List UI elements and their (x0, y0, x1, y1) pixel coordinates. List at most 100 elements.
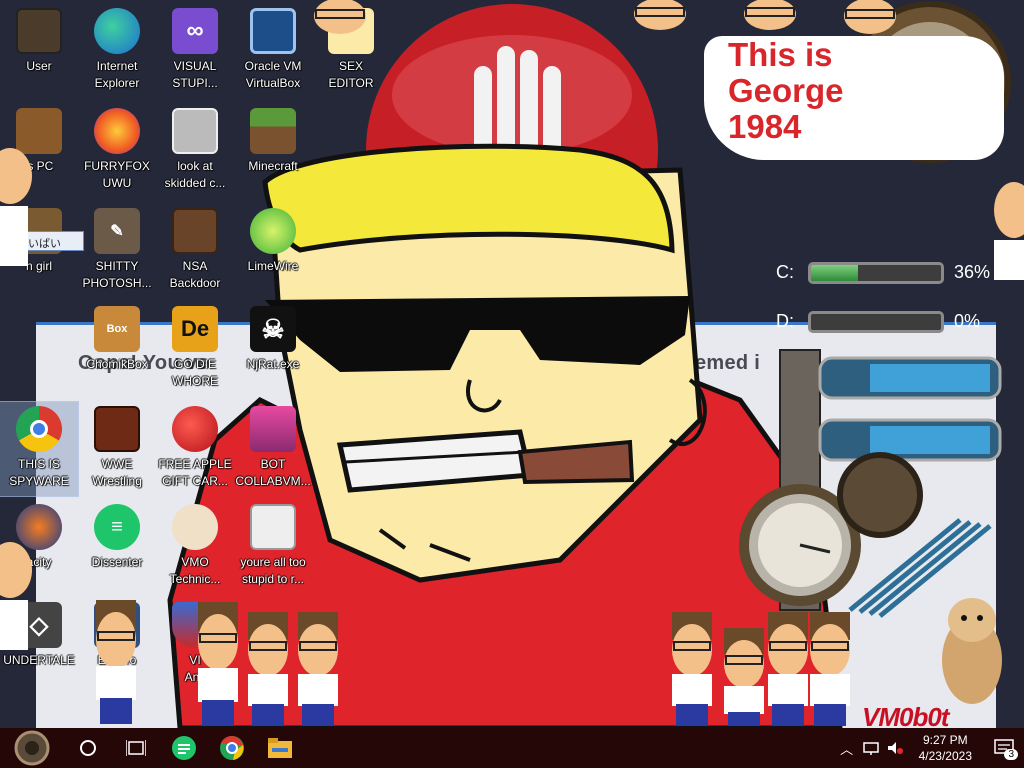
drive-letter: C: (776, 262, 794, 282)
icon-label: youre all too stupid to r... (240, 555, 306, 586)
hank-figure (0, 148, 32, 266)
icon-label: BOT COLLABVM... (235, 457, 311, 488)
icon-label: ChomikBox (86, 357, 148, 371)
hank-figure (744, 0, 796, 30)
copies-icon (172, 108, 218, 154)
chrome-taskbar-button[interactable] (208, 728, 256, 768)
desktop-icon-wwe[interactable]: WWE Wrestling (78, 402, 156, 496)
user-folder-icon (16, 8, 62, 54)
icon-label: FREE APPLE GIFT CAR... (158, 457, 232, 488)
icon-label: THIS IS SPYWARE (9, 457, 69, 488)
hank-figure (298, 612, 338, 726)
start-button[interactable] (0, 728, 64, 768)
yellow-cap (262, 143, 675, 254)
wrestling-icon (94, 406, 140, 452)
system-tray: ︿ 9:27 PM 4/23/2023 3 (835, 728, 1024, 768)
desktop-icon-internet-explorer[interactable]: Internet Explorer (78, 4, 156, 98)
clock-date: 4/23/2023 (918, 749, 972, 763)
notifications-button[interactable]: 3 (984, 728, 1024, 768)
clock[interactable]: 9:27 PM 4/23/2023 (907, 732, 984, 764)
clock-time: 9:27 PM (922, 733, 968, 747)
notification-count-badge: 3 (1004, 749, 1018, 760)
icon-label: look at skidded c... (164, 159, 226, 190)
desktop-icon-njrat[interactable]: ☠ NjRat.exe (234, 302, 312, 396)
hank-figure (248, 612, 288, 726)
search-circle-icon (80, 740, 96, 756)
icon-label: NjRat.exe (246, 357, 300, 371)
bot-icon (250, 406, 296, 452)
start-gear-icon (14, 730, 50, 766)
icon-label: VISUAL STUPI... (172, 59, 218, 90)
hank-figure (96, 600, 136, 724)
desktop-icon-chomikbox[interactable]: Box ChomikBox (78, 302, 156, 396)
desktop-icon-limewire[interactable]: LimeWire (234, 204, 312, 298)
folder-icon (268, 738, 292, 758)
icon-label: WWE Wrestling (92, 457, 142, 488)
gear (837, 452, 923, 538)
icon-label: Internet Explorer (94, 59, 140, 90)
dissenter-icon (172, 736, 196, 760)
visual-studio-icon: ∞ (172, 8, 218, 54)
note-line-3: 1984 (728, 108, 802, 145)
chrome-icon (220, 735, 244, 760)
task-view-button[interactable] (112, 728, 160, 768)
drive-bar (808, 262, 944, 284)
icon-label: Minecraft (248, 159, 298, 173)
dissenter-taskbar-button[interactable] (160, 728, 208, 768)
steampunk-pipes (739, 349, 1002, 618)
desktop-icon-virtualbox[interactable]: Oracle VM VirtualBox (234, 4, 312, 98)
desktop-icon-furryfox[interactable]: FURRYFOX UWU (78, 104, 156, 198)
volume-muted-icon[interactable] (883, 728, 907, 768)
desktop-icon-skidded[interactable]: look at skidded c... (156, 104, 234, 198)
hank-figure (198, 602, 238, 726)
note-line-1: This is (728, 36, 833, 73)
de-icon: De (172, 306, 218, 352)
drive-c-meter: C: 36% (738, 258, 1024, 288)
network-icon[interactable] (859, 728, 883, 768)
technician-icon (172, 504, 218, 550)
desktop-icon-youre-all-too-stupid[interactable]: youre all too stupid to r... (234, 500, 312, 594)
chomikbox-icon: Box (94, 306, 140, 352)
icon-label: NSA Backdoor (169, 259, 221, 290)
icon-label: LimeWire (247, 259, 299, 273)
desktop-icon-photoshop[interactable]: ✎ SHITTY PHOTOSH... (78, 204, 156, 298)
chevron-up-icon[interactable]: ︿ (835, 728, 859, 768)
edge-icon (94, 8, 140, 54)
note-line-2: George (728, 72, 844, 109)
drive-percent: 0% (954, 311, 981, 331)
search-button[interactable] (64, 728, 112, 768)
virtualbox-icon (250, 8, 296, 54)
desktop-icon-user[interactable]: User (0, 4, 78, 98)
desktop-icon-dissenter[interactable]: ≡ Dissenter (78, 500, 156, 594)
desktop-icon-visual-studio[interactable]: ∞ VISUAL STUPI... (156, 4, 234, 98)
drive-letter: D: (776, 311, 794, 331)
hank-figure (844, 0, 896, 34)
icon-label: SHITTY PHOTOSH... (82, 259, 152, 290)
file-explorer-taskbar-button[interactable] (256, 728, 304, 768)
icon-label: Dissenter (91, 555, 143, 569)
icon-label: VMO Technic... (169, 555, 221, 586)
hank-figure (994, 182, 1024, 280)
desktop-icon-go-die[interactable]: De GO DIE WHORE (156, 302, 234, 396)
drive-percent: 36% (954, 262, 991, 282)
desktop-icon-this-is-spyware[interactable]: THIS IS SPYWARE (0, 401, 79, 497)
firefox-icon (94, 108, 140, 154)
hank-figure (314, 0, 366, 34)
desktop-icon-vmo-technician[interactable]: VMO Technic... (156, 500, 234, 594)
desktop-icon-bot-collabvm[interactable]: BOT COLLABVM... (234, 402, 312, 496)
portrait-icon (250, 504, 296, 550)
desktop-icon-minecraft[interactable]: Minecraft (234, 104, 312, 198)
skull-icon: ☠ (250, 306, 296, 352)
network-monitor-icon (862, 742, 879, 755)
watermark: VM0b0t (862, 702, 949, 728)
icon-label: GO DIE WHORE (172, 357, 218, 388)
limewire-icon (250, 208, 296, 254)
desktop-icon-free-apple[interactable]: FREE APPLE GIFT CAR... (156, 402, 234, 496)
desktop-icon-nsa-backdoor[interactable]: NSA Backdoor (156, 204, 234, 298)
icon-label: Oracle VM VirtualBox (244, 59, 302, 90)
speaker-icon (887, 742, 903, 754)
drive-d-meter: D: 0% (738, 307, 1024, 337)
chrome-icon (16, 406, 62, 452)
backdoor-icon (172, 208, 218, 254)
hank-figure (0, 542, 32, 650)
